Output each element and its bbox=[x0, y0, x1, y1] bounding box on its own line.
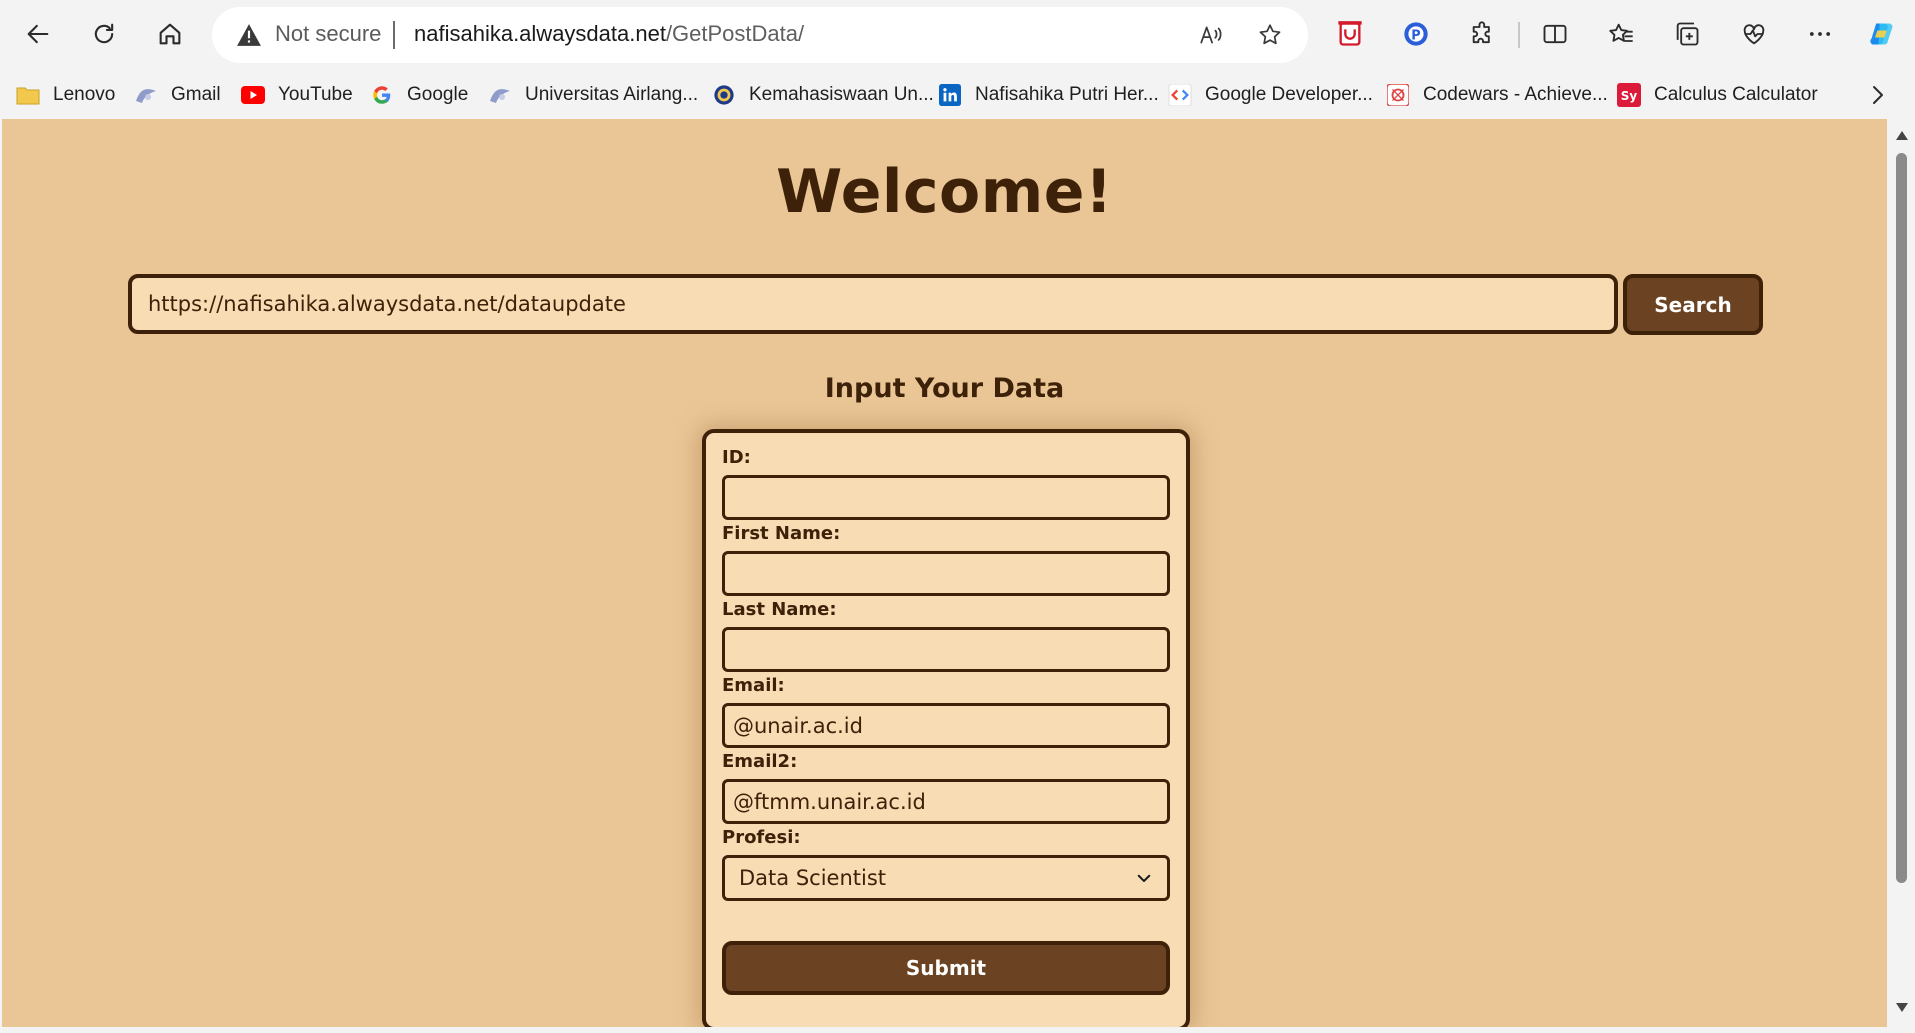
copilot-icon bbox=[1870, 23, 1893, 45]
bookmark-label: Google bbox=[407, 84, 469, 105]
extension-shield-button[interactable] bbox=[1331, 15, 1369, 53]
google-icon bbox=[370, 83, 394, 107]
page-title: Welcome! bbox=[776, 157, 1113, 227]
svg-text:P: P bbox=[1411, 28, 1420, 43]
unair-logo-icon bbox=[488, 83, 512, 107]
chevron-right-icon[interactable] bbox=[1866, 83, 1890, 107]
address-separator bbox=[393, 21, 395, 49]
bookmark-label: Gmail bbox=[171, 84, 221, 105]
refresh-button[interactable] bbox=[84, 14, 124, 54]
svg-text:Sy: Sy bbox=[1621, 89, 1638, 103]
email-label: Email: bbox=[722, 675, 785, 696]
id-label: ID: bbox=[722, 447, 751, 468]
copilot-extension-icon: P bbox=[1404, 22, 1428, 46]
bookmark-google[interactable]: Google bbox=[370, 81, 468, 109]
submit-button[interactable]: Submit bbox=[722, 941, 1170, 995]
browser-toolbar: Not secure nafisahika.alwaysdata.net/Get… bbox=[0, 0, 1915, 71]
google-developers-icon bbox=[1168, 83, 1192, 107]
browser-essentials-button[interactable] bbox=[1735, 15, 1773, 53]
folder-icon bbox=[16, 83, 40, 107]
heart-pulse-icon bbox=[1743, 24, 1765, 45]
address-bar[interactable]: Not secure nafisahika.alwaysdata.net/Get… bbox=[212, 7, 1308, 63]
url-host: nafisahika.alwaysdata.net bbox=[414, 21, 666, 46]
last-name-label: Last Name: bbox=[722, 599, 837, 620]
form-heading: Input Your Data bbox=[824, 373, 1065, 404]
email2-label: Email2: bbox=[722, 751, 798, 772]
first-name-field[interactable] bbox=[722, 551, 1170, 596]
security-label[interactable]: Not secure bbox=[275, 21, 381, 47]
copilot-button[interactable] bbox=[1863, 15, 1901, 53]
bookmark-label: Kemahasiswaan Un... bbox=[749, 84, 934, 105]
bookmark-universitas-airlangga[interactable]: Universitas Airlang... bbox=[488, 81, 698, 109]
bookmark-label: YouTube bbox=[278, 84, 353, 105]
unair-logo-icon bbox=[134, 83, 158, 107]
refresh-icon bbox=[94, 23, 114, 44]
email2-field[interactable] bbox=[722, 779, 1170, 824]
profesi-select[interactable]: Data Scientist bbox=[722, 855, 1170, 901]
favorites-button[interactable] bbox=[1602, 15, 1640, 53]
read-aloud-button[interactable] bbox=[1196, 20, 1226, 50]
bookmark-label: Lenovo bbox=[53, 84, 116, 105]
more-dots-icon bbox=[1809, 32, 1831, 36]
split-screen-button[interactable] bbox=[1536, 15, 1574, 53]
bookmarks-bar: Lenovo Gmail YouTube Google Universitas … bbox=[0, 71, 1915, 119]
read-aloud-icon bbox=[1200, 26, 1222, 44]
bookmark-gmail[interactable]: Gmail bbox=[134, 81, 221, 109]
profesi-selected-value: Data Scientist bbox=[739, 866, 886, 890]
back-button[interactable] bbox=[18, 14, 58, 54]
bookmark-calculus-calculator[interactable]: Sy Calculus Calculator bbox=[1617, 81, 1818, 109]
extension-p-button[interactable]: P bbox=[1397, 15, 1435, 53]
bookmark-codewars[interactable]: Codewars - Achieve... bbox=[1386, 81, 1608, 109]
profesi-label: Profesi: bbox=[722, 827, 801, 848]
warning-icon bbox=[237, 24, 261, 46]
symbolab-icon: Sy bbox=[1617, 83, 1641, 107]
page-scrollbar[interactable] bbox=[1887, 119, 1915, 1027]
split-screen-icon bbox=[1543, 24, 1567, 44]
puzzle-icon bbox=[1472, 21, 1490, 44]
url-path: /GetPostData/ bbox=[665, 21, 805, 46]
bookmark-label: Codewars - Achieve... bbox=[1423, 84, 1608, 105]
scroll-up-arrow-icon[interactable] bbox=[1896, 131, 1908, 140]
search-button[interactable]: Search bbox=[1623, 274, 1763, 335]
bookmark-label: Nafisahika Putri Her... bbox=[975, 84, 1159, 105]
bookmark-youtube[interactable]: YouTube bbox=[241, 81, 353, 109]
page-viewport: Welcome! Search Input Your Data ID: Firs… bbox=[2, 119, 1887, 1027]
scrollbar-thumb[interactable] bbox=[1896, 153, 1907, 883]
youtube-icon bbox=[241, 83, 265, 107]
shield-extension-icon bbox=[1338, 21, 1362, 46]
settings-more-button[interactable] bbox=[1801, 15, 1839, 53]
bookmark-label: Calculus Calculator bbox=[1654, 84, 1818, 105]
collections-button[interactable] bbox=[1668, 15, 1706, 53]
codewars-icon bbox=[1386, 83, 1410, 107]
favorite-star-button[interactable] bbox=[1255, 20, 1285, 50]
bookmark-kemahasiswaan[interactable]: Kemahasiswaan Un... bbox=[712, 81, 934, 109]
bookmark-lenovo[interactable]: Lenovo bbox=[16, 81, 115, 109]
bookmark-google-developers[interactable]: Google Developer... bbox=[1168, 81, 1373, 109]
bookmark-label: Google Developer... bbox=[1205, 84, 1373, 105]
bookmark-linkedin[interactable]: Nafisahika Putri Her... bbox=[938, 81, 1159, 109]
back-arrow-icon bbox=[27, 24, 49, 44]
first-name-label: First Name: bbox=[722, 523, 841, 544]
home-icon bbox=[159, 23, 181, 45]
linkedin-icon bbox=[938, 83, 962, 107]
bookmark-label: Universitas Airlang... bbox=[525, 84, 699, 105]
id-field[interactable] bbox=[722, 475, 1170, 520]
url-text[interactable]: nafisahika.alwaysdata.net/GetPostData/ bbox=[414, 21, 804, 47]
chevron-down-icon bbox=[1137, 874, 1151, 882]
data-input-form: ID: First Name: Last Name: Email: Email2… bbox=[702, 429, 1190, 1027]
star-icon bbox=[1259, 24, 1281, 45]
scroll-down-arrow-icon[interactable] bbox=[1896, 1003, 1908, 1012]
email-field[interactable] bbox=[722, 703, 1170, 748]
home-button[interactable] bbox=[150, 14, 190, 54]
collections-icon bbox=[1676, 22, 1699, 46]
last-name-field[interactable] bbox=[722, 627, 1170, 672]
toolbar-divider bbox=[1518, 22, 1520, 48]
window-bottom-edge bbox=[0, 1027, 1915, 1033]
extensions-button[interactable] bbox=[1464, 15, 1502, 53]
url-search-input[interactable] bbox=[128, 274, 1618, 334]
kemahasiswaan-icon bbox=[712, 83, 736, 107]
favorites-icon bbox=[1609, 23, 1633, 42]
